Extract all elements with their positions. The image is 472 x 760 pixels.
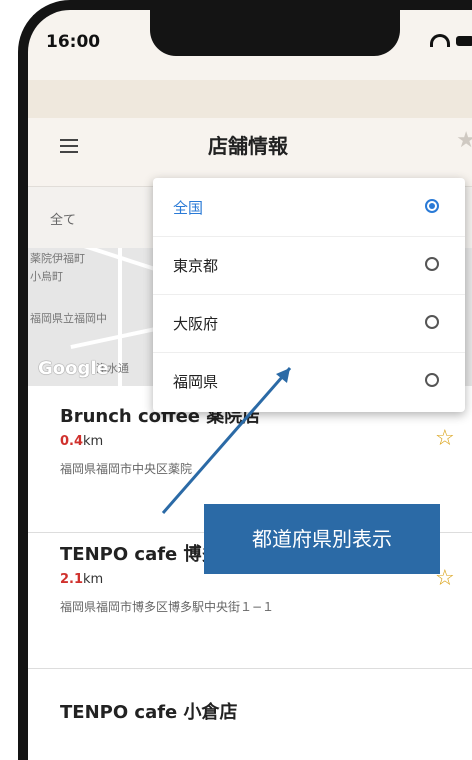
annotation-callout: 都道府県別表示 (204, 504, 440, 574)
annotation-arrow (161, 367, 292, 514)
